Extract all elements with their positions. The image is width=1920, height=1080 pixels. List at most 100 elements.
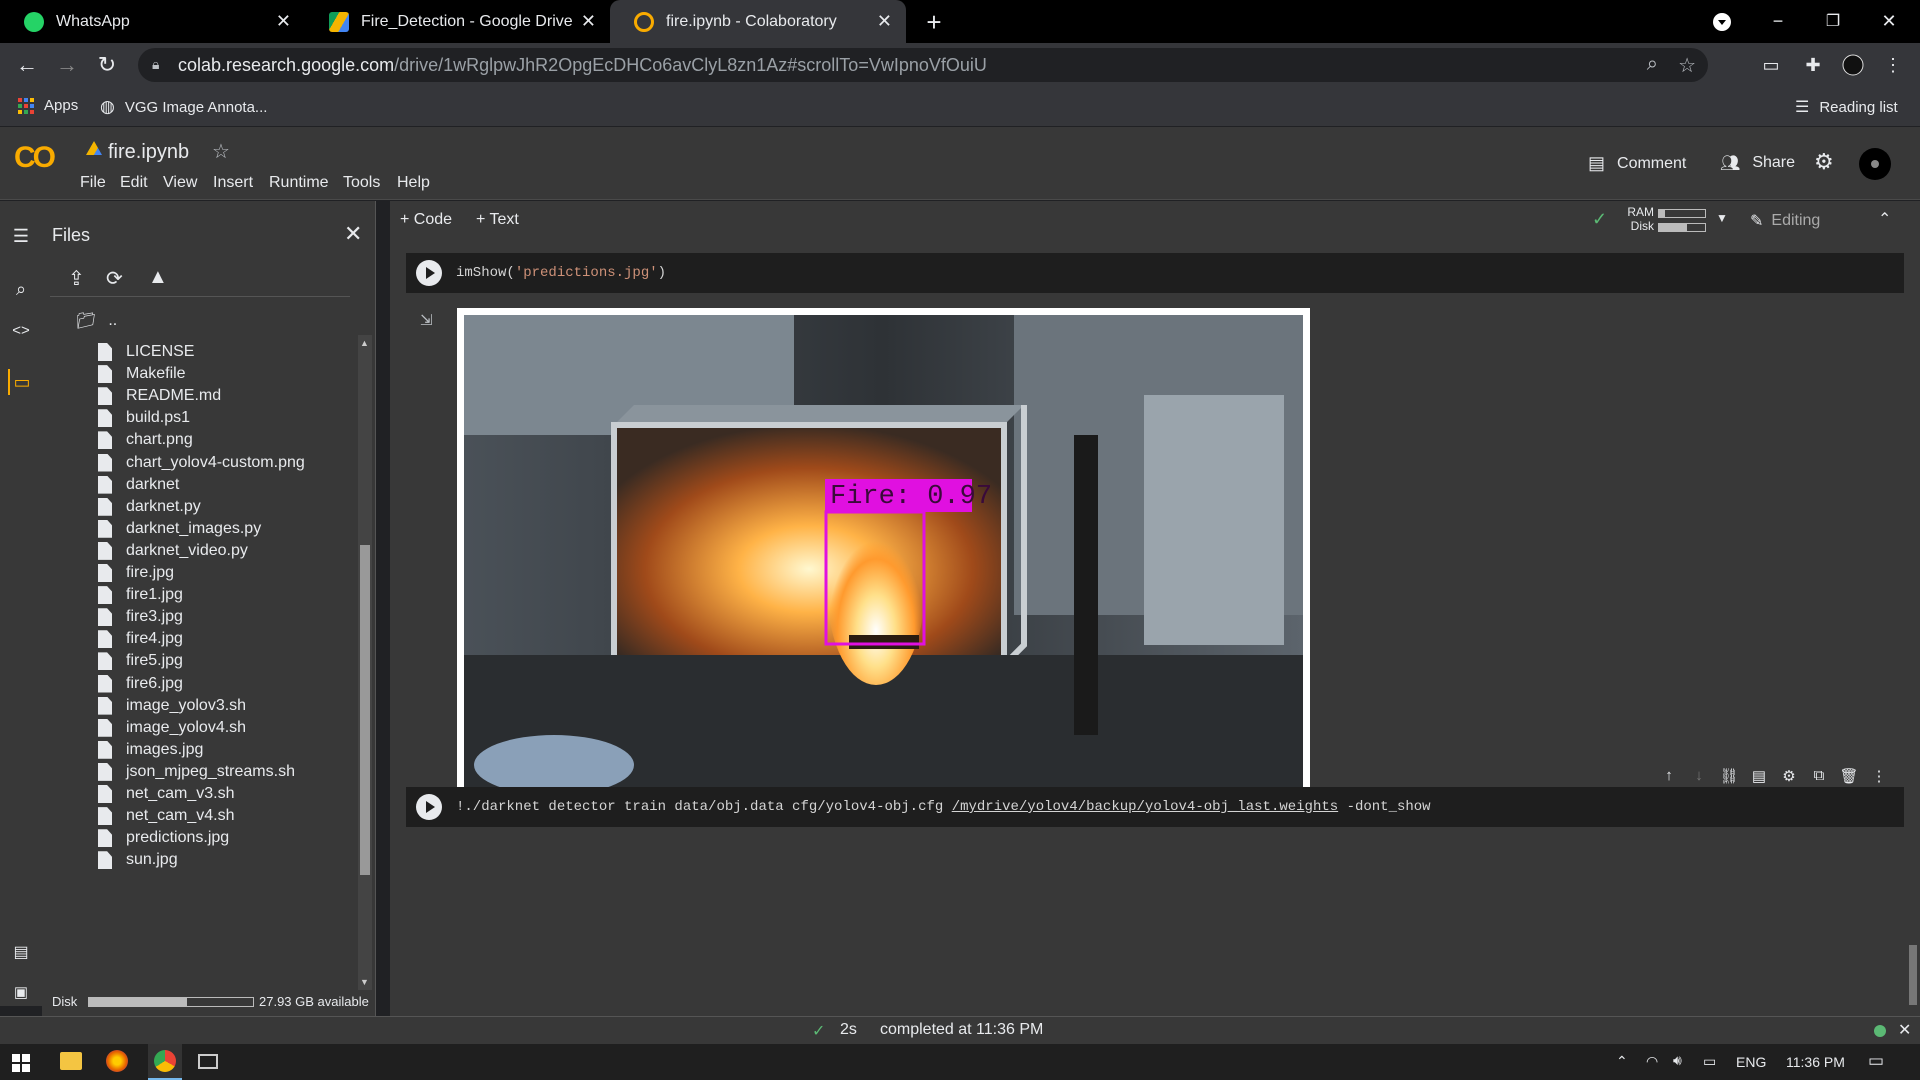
settings-gear-icon[interactable]: ⚙	[1814, 149, 1834, 175]
scroll-down-icon[interactable]: ▼	[360, 977, 369, 987]
chrome-menu-icon[interactable]: ⋮	[1880, 52, 1906, 78]
notebook-scrollbar[interactable]	[1906, 241, 1920, 1016]
tab-whatsapp[interactable]: WhatsApp ✕	[0, 0, 305, 43]
divider	[50, 296, 350, 297]
code-command: !./darknet detector train data/obj.data …	[456, 799, 944, 815]
menu-tools[interactable]: Tools	[343, 174, 380, 192]
command-palette-icon[interactable]: ▤	[8, 939, 34, 965]
menu-insert[interactable]: Insert	[213, 174, 253, 192]
files-folder-icon[interactable]: ▭	[8, 369, 34, 395]
terminal-icon[interactable]: ▣	[8, 979, 34, 1005]
more-options-icon[interactable]: ⋮	[1868, 767, 1890, 785]
status-bar: ✓ 2s completed at 11:36 PM ✕	[0, 1016, 1920, 1044]
volume-icon[interactable]: 🔊︎	[1673, 1052, 1682, 1069]
resources-dropdown-icon[interactable]: ▼	[1716, 211, 1728, 225]
scrollbar-thumb[interactable]	[360, 545, 370, 875]
file-name: README.md	[126, 387, 222, 405]
file-icon	[98, 829, 112, 848]
resources-indicator[interactable]: RAM Disk	[1618, 205, 1654, 233]
mirror-cell-icon[interactable]: ⧉	[1808, 767, 1830, 785]
chrome-taskbar-button[interactable]	[148, 1044, 182, 1080]
user-avatar[interactable]	[1858, 147, 1892, 186]
add-text-button[interactable]: + Text	[476, 211, 519, 229]
bookmark-apps[interactable]: Apps	[18, 97, 78, 114]
minimize-icon[interactable]: −	[1765, 8, 1791, 34]
forward-icon[interactable]: →	[54, 52, 80, 78]
reading-list-button[interactable]: ☰ Reading list	[1795, 97, 1898, 117]
mount-drive-icon[interactable]: ▲	[148, 266, 168, 289]
toc-icon[interactable]: ☰	[8, 223, 34, 249]
move-down-icon[interactable]: ↓	[1688, 767, 1710, 785]
close-window-icon[interactable]: ✕	[1876, 8, 1902, 34]
tab-colab[interactable]: fire.ipynb - Colaboratory ✕	[610, 0, 906, 43]
link-icon[interactable]: ⛓	[1718, 767, 1740, 785]
code-fn: imShow(	[456, 265, 515, 281]
terminal-app-icon[interactable]	[198, 1054, 218, 1069]
run-cell-button[interactable]	[416, 794, 442, 820]
windows-start-icon[interactable]	[12, 1054, 30, 1072]
bookmark-vgg[interactable]: ◍ VGG Image Annota...	[100, 97, 267, 117]
zoom-search-icon[interactable]: ⌕	[1647, 53, 1658, 76]
cast-icon[interactable]: ▭	[1758, 52, 1784, 78]
extensions-icon[interactable]: ✚	[1800, 52, 1826, 78]
output-menu-icon[interactable]: ⇲	[420, 311, 433, 329]
collapse-header-icon[interactable]: ⌃	[1878, 209, 1891, 229]
refresh-folder-icon[interactable]: ⟳	[106, 266, 123, 291]
menu-runtime[interactable]: Runtime	[269, 174, 329, 192]
add-code-button[interactable]: + Code	[400, 211, 452, 229]
comment-button[interactable]: ▤ Comment	[1588, 153, 1686, 174]
add-comment-icon[interactable]: ▤	[1748, 767, 1770, 785]
close-tab-icon[interactable]: ✕	[877, 11, 892, 32]
address-bar[interactable]: 🔒︎ colab.research.google.com /drive/1wRg…	[138, 48, 1708, 82]
menu-file[interactable]: File	[80, 174, 106, 192]
close-tab-icon[interactable]: ✕	[276, 11, 291, 32]
tab-google-drive[interactable]: Fire_Detection - Google Drive ✕	[305, 0, 610, 43]
colab-logo[interactable]: CO	[14, 141, 56, 175]
code-cell-train[interactable]: !./darknet detector train data/obj.data …	[406, 787, 1904, 827]
battery-icon[interactable]: ▭	[1703, 1053, 1716, 1070]
file-icon	[98, 652, 112, 671]
menu-edit[interactable]: Edit	[120, 174, 148, 192]
file-list-scrollbar[interactable]: ▲ ▼	[358, 335, 372, 990]
reload-icon[interactable]: ↻	[94, 52, 120, 78]
file-icon	[98, 851, 112, 870]
editing-mode-button[interactable]: ✎ Editing	[1750, 211, 1820, 231]
firefox-icon[interactable]	[106, 1050, 128, 1072]
upload-file-icon[interactable]: ⇪	[68, 266, 85, 291]
bookmark-star-icon[interactable]: ☆	[1678, 53, 1696, 78]
notebook-scroll-thumb[interactable]	[1909, 945, 1917, 1005]
code-cell-imshow[interactable]: imShow('predictions.jpg')	[406, 253, 1904, 293]
file-item[interactable]: sun.jpg	[98, 847, 178, 873]
menu-help[interactable]: Help	[397, 174, 430, 192]
notifications-icon[interactable]: ▭	[1868, 1051, 1884, 1071]
language-indicator[interactable]: ENG	[1736, 1054, 1766, 1070]
move-up-icon[interactable]: ↑	[1658, 767, 1680, 785]
file-icon	[98, 740, 112, 759]
prediction-output-frame: Fire: 0.97	[457, 308, 1310, 820]
close-status-icon[interactable]: ✕	[1898, 1020, 1911, 1040]
wifi-icon[interactable]: ◠	[1646, 1053, 1658, 1070]
star-icon[interactable]: ☆	[212, 139, 230, 164]
close-panel-icon[interactable]: ✕	[344, 221, 362, 247]
file-explorer-icon[interactable]	[60, 1052, 82, 1070]
clock[interactable]: 11:36 PM	[1786, 1054, 1845, 1070]
flame	[828, 505, 924, 685]
new-tab-icon[interactable]: +	[920, 7, 948, 37]
close-tab-icon[interactable]: ✕	[581, 11, 596, 32]
notebook-title[interactable]: fire.ipynb	[108, 141, 189, 164]
tray-chevron-icon[interactable]: ⌃	[1616, 1053, 1628, 1070]
back-icon[interactable]: ←	[14, 52, 40, 78]
bookmark-label: Apps	[44, 97, 79, 114]
profile-down-icon[interactable]	[1710, 10, 1734, 34]
scroll-up-icon[interactable]: ▲	[360, 338, 369, 348]
restore-icon[interactable]: ❐	[1820, 8, 1846, 34]
parent-folder[interactable]: 📁︎ ..	[76, 311, 117, 331]
cell-settings-icon[interactable]: ⚙	[1778, 767, 1800, 785]
profile-avatar[interactable]	[1840, 52, 1866, 78]
search-icon[interactable]: ⌕	[8, 276, 34, 302]
menu-view[interactable]: View	[163, 174, 197, 192]
code-snippets-icon[interactable]: <>	[8, 317, 34, 343]
share-button[interactable]: 👥︎ Share	[1720, 153, 1795, 173]
delete-cell-icon[interactable]: 🗑︎	[1838, 767, 1860, 785]
run-cell-button[interactable]	[416, 260, 442, 286]
